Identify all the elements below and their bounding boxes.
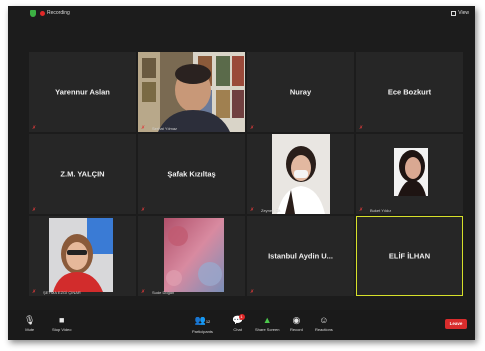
reactions-button[interactable]: ☺ Reactions — [315, 315, 333, 332]
share-screen-button[interactable]: ▲ Share Screen — [255, 315, 279, 332]
record-label: Record — [290, 327, 303, 332]
chat-unread-badge: 1 — [238, 314, 245, 320]
participant-tile-video[interactable]: ✗ Sude Doğan — [138, 216, 245, 296]
participant-tile-video[interactable]: ✗ Serhat Yılmaz — [138, 52, 245, 132]
participant-video-feed — [138, 216, 245, 296]
chat-button[interactable]: 💬 1 Chat — [232, 314, 245, 332]
record-button[interactable]: ◉ Record — [290, 315, 303, 332]
mute-label: Mute — [25, 327, 35, 332]
reactions-label: Reactions — [315, 327, 333, 332]
participant-name: Z.M. YALÇIN — [60, 169, 105, 179]
muted-mic-icon: ✗ — [141, 289, 146, 295]
participant-label: Serhat Yılmaz — [152, 126, 178, 131]
participant-tile-active-speaker[interactable]: ELİF İLHAN — [356, 216, 463, 296]
muted-mic-icon: ✗ — [250, 125, 255, 131]
participant-name: Ece Bozkurt — [387, 87, 432, 97]
participant-tile[interactable]: Z.M. YALÇIN ✗ — [29, 134, 136, 214]
share-screen-icon: ▲ — [262, 315, 272, 325]
participant-name: Istanbul Aydin U... — [268, 251, 333, 261]
smiley-icon: ☺ — [319, 315, 329, 325]
muted-mic-icon: ✗ — [141, 125, 146, 131]
top-bar: Recording View — [8, 6, 475, 22]
video-camera-icon: ■ — [59, 315, 65, 325]
participant-tile[interactable]: Yarennur Aslan ✗ — [29, 52, 136, 132]
participant-tile[interactable]: Nuray ✗ — [247, 52, 354, 132]
chat-label: Chat — [233, 327, 242, 332]
participant-label: Sude Doğan — [152, 290, 175, 295]
participant-video-feed — [247, 134, 354, 214]
record-icon: ◉ — [292, 315, 301, 325]
participant-video-feed — [138, 52, 245, 132]
participant-label: Zeynep Çit. — [261, 208, 282, 213]
recording-label: Recording — [47, 10, 70, 16]
participant-name: Nuray — [289, 87, 312, 97]
meeting-window: Recording View Yarennur Aslan ✗ ✗ Serhat… — [8, 6, 475, 340]
muted-mic-icon: ✗ — [32, 207, 37, 213]
muted-mic-icon: ✗ — [141, 207, 146, 213]
meeting-toolbar: 🎙 Mute ■ Stop Video 👥12 Participants 💬 1… — [8, 310, 475, 340]
participants-icon: 👥12 — [194, 315, 211, 325]
participant-tile[interactable]: Şafak Kızıltaş ✗ — [138, 134, 245, 214]
participant-video-feed — [356, 134, 463, 214]
participant-tile-video[interactable]: ✗ Buket Yıldız — [356, 134, 463, 214]
participant-tile-video[interactable]: ✗ Zeynep Çit. — [247, 134, 354, 214]
participants-label: Participants — [192, 329, 213, 334]
muted-mic-icon: ✗ — [359, 207, 364, 213]
muted-mic-icon: ✗ — [250, 289, 255, 295]
share-screen-label: Share Screen — [255, 327, 280, 332]
participant-label: ŞEYMA EZGİ ÇINAR — [43, 290, 81, 295]
grid-view-icon — [451, 10, 457, 16]
participants-button[interactable]: 👥12 Participants — [192, 315, 213, 334]
participant-label: Buket Yıldız — [370, 208, 392, 213]
participants-count: 12 — [205, 319, 211, 324]
muted-mic-icon: ✗ — [32, 289, 37, 295]
microphone-icon: 🎙 — [24, 315, 36, 325]
mute-button[interactable]: 🎙 Mute — [24, 315, 35, 332]
participant-name: ELİF İLHAN — [388, 251, 431, 261]
stop-video-label: Stop Video — [52, 327, 72, 332]
participant-tile[interactable]: Ece Bozkurt ✗ — [356, 52, 463, 132]
view-button[interactable]: View — [451, 10, 469, 16]
participant-name: Şafak Kızıltaş — [167, 169, 216, 179]
muted-mic-icon: ✗ — [32, 125, 37, 131]
participant-tile[interactable]: Istanbul Aydin U... ✗ — [247, 216, 354, 296]
recording-indicator: Recording — [40, 10, 70, 16]
participant-name: Yarennur Aslan — [55, 87, 110, 97]
stop-video-button[interactable]: ■ Stop Video — [52, 315, 72, 332]
muted-mic-icon: ✗ — [250, 207, 255, 213]
security-shield-icon[interactable] — [30, 10, 36, 17]
leave-button[interactable]: Leave — [445, 319, 467, 329]
participant-tile-video[interactable]: ✗ ŞEYMA EZGİ ÇINAR — [29, 216, 136, 296]
view-label: View — [458, 10, 469, 16]
muted-mic-icon: ✗ — [359, 125, 364, 131]
recording-dot-icon — [40, 10, 45, 16]
participant-video-feed — [29, 216, 136, 296]
